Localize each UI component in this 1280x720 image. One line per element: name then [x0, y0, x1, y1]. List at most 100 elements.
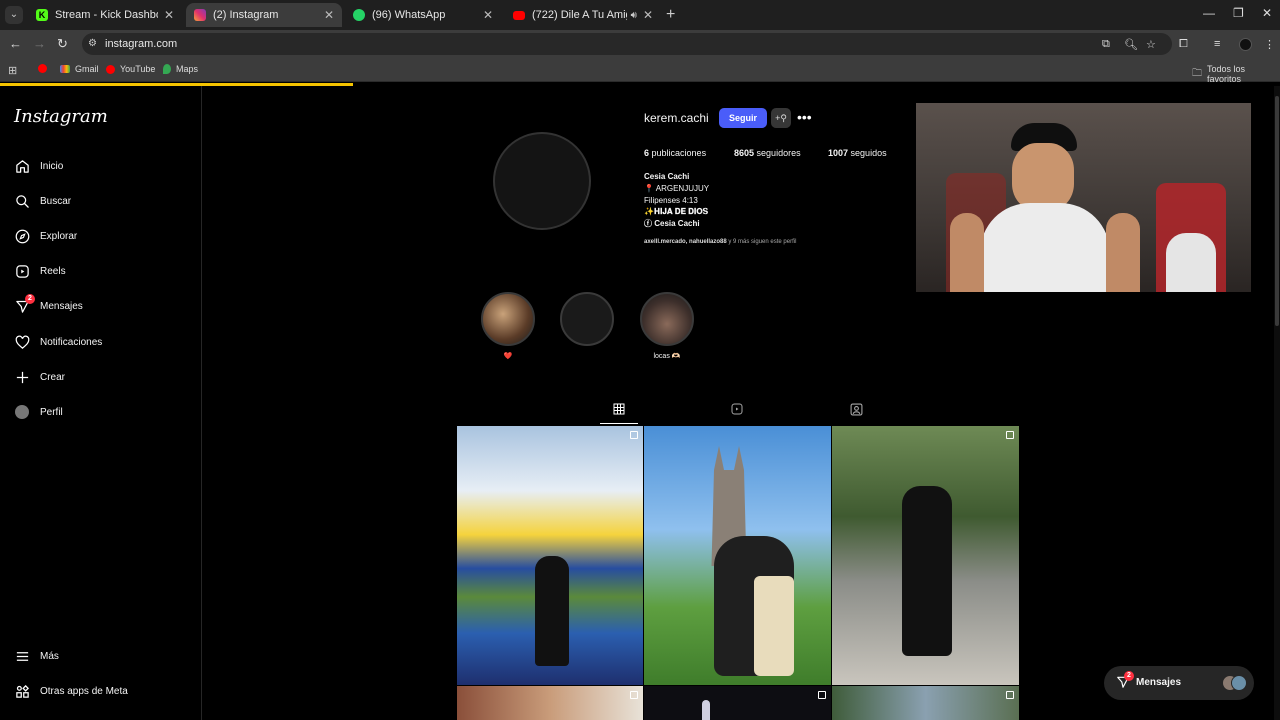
- messages-float-button[interactable]: 2 Mensajes: [1104, 666, 1254, 700]
- close-icon[interactable]: ✕: [643, 8, 653, 22]
- meta-apps-icon: [14, 683, 30, 699]
- post-2[interactable]: [644, 426, 831, 685]
- avatar: [14, 404, 30, 420]
- reels-tab[interactable]: [731, 403, 743, 418]
- home-icon: [14, 158, 30, 174]
- bookmark-youtube[interactable]: YouTube: [106, 64, 155, 74]
- nav-crear[interactable]: Crear: [14, 366, 65, 388]
- bookmark-maps[interactable]: Maps: [163, 64, 198, 74]
- nav-explorar[interactable]: Explorar: [14, 225, 77, 247]
- close-window-icon[interactable]: ✕: [1262, 6, 1272, 20]
- nav-mensajes[interactable]: 2 Mensajes: [14, 294, 83, 317]
- bookmark-label: Maps: [176, 64, 199, 74]
- gmail-icon: [60, 65, 70, 73]
- followers-number: 8605: [734, 148, 755, 158]
- close-icon[interactable]: ✕: [324, 8, 334, 22]
- tab-whatsapp[interactable]: (96) WhatsApp ✕: [345, 3, 501, 27]
- nav-notificaciones[interactable]: Notificaciones: [14, 331, 102, 353]
- nav-meta-apps[interactable]: Otras apps de Meta: [14, 680, 128, 702]
- messenger-icon: 2: [14, 294, 35, 314]
- tab-title: Stream - Kick Dashboard: [55, 9, 158, 21]
- messenger-icon: 2: [1116, 671, 1134, 691]
- bookmark-gmail[interactable]: Gmail: [60, 64, 99, 74]
- nav-label: Inicio: [40, 160, 64, 172]
- tab-kick[interactable]: K Stream - Kick Dashboard ✕: [28, 3, 182, 27]
- tab-youtube[interactable]: (722) Dile A Tu Amiga - You 🔊︎ ✕: [505, 3, 661, 27]
- tab-search-button[interactable]: ⌄: [5, 6, 23, 24]
- zoom-icon[interactable]: 🔍︎: [1124, 38, 1138, 51]
- new-tab-button[interactable]: +: [666, 6, 675, 24]
- active-tab-indicator: [600, 423, 638, 424]
- profile-username: kerem.cachi: [644, 111, 709, 125]
- follow-button[interactable]: Seguir: [719, 108, 767, 128]
- following-count[interactable]: 1007 seguidos: [828, 148, 887, 158]
- extensions-icon[interactable]: ⧠: [1179, 38, 1188, 51]
- posts-number: 6: [644, 148, 650, 158]
- media-icon[interactable]: ≡: [1214, 38, 1220, 50]
- carousel-icon: [1006, 691, 1014, 699]
- reload-icon[interactable]: ↻: [57, 36, 68, 52]
- highlight-1[interactable]: [481, 292, 535, 346]
- recent-contacts-avatars: [1222, 675, 1248, 691]
- followed-by-rest: y 9 más siguen este perfil: [726, 239, 797, 245]
- minimize-icon[interactable]: —: [1203, 6, 1215, 20]
- post-4[interactable]: [457, 686, 643, 720]
- back-icon[interactable]: ←: [9, 36, 22, 51]
- carousel-icon: [630, 431, 638, 439]
- bio-facebook-link[interactable]: ⓕ Cesia Cachi: [644, 218, 700, 229]
- nav-label: Mensajes: [40, 300, 83, 312]
- nav-mas[interactable]: Más: [14, 645, 59, 667]
- kebab-menu-icon[interactable]: ⋮: [1264, 38, 1275, 51]
- suggested-users-icon[interactable]: +⚲: [771, 108, 791, 128]
- close-icon[interactable]: ✕: [483, 8, 493, 22]
- bio-location: 📍 ARGENJUJUY: [644, 184, 710, 193]
- post-5[interactable]: [644, 686, 831, 720]
- address-bar[interactable]: ⚙ instagram.com: [82, 33, 1172, 55]
- bookmark-star-icon[interactable]: ☆: [1146, 38, 1156, 51]
- audio-icon[interactable]: 🔊︎: [631, 10, 637, 21]
- highlight-2[interactable]: [560, 292, 614, 346]
- profile-avatar-large[interactable]: [493, 132, 591, 230]
- restore-icon[interactable]: ❐: [1233, 6, 1244, 20]
- post-6[interactable]: [832, 686, 1019, 720]
- kick-icon: K: [36, 9, 48, 21]
- close-icon[interactable]: ✕: [164, 8, 174, 22]
- posts-count: 6 publicaciones: [644, 148, 706, 158]
- nav-buscar[interactable]: Buscar: [14, 190, 71, 212]
- forward-icon[interactable]: →: [33, 36, 46, 51]
- bookmark-label: YouTube: [120, 64, 156, 74]
- nav-label: Crear: [40, 371, 66, 383]
- apps-grid-icon[interactable]: ⊞: [8, 64, 17, 77]
- hamburger-icon: [14, 648, 30, 664]
- following-label: seguidos: [850, 148, 887, 158]
- bookmark-label: Todos los favoritos: [1207, 64, 1246, 84]
- youtube-icon: [38, 64, 47, 73]
- carousel-icon: [1006, 431, 1014, 439]
- scrollbar-thumb[interactable]: [1275, 96, 1279, 326]
- highlight-3[interactable]: [640, 292, 694, 346]
- followers-count[interactable]: 8605 seguidores: [734, 148, 801, 158]
- tab-instagram[interactable]: (2) Instagram ✕: [186, 3, 342, 27]
- tagged-tab[interactable]: [850, 403, 863, 419]
- highlight-label: locas 🫶🏻: [653, 353, 681, 360]
- all-bookmarks-folder[interactable]: 🗀 Todos los favoritos: [1192, 64, 1280, 84]
- bookmark-youtube-music[interactable]: [38, 64, 52, 73]
- tab-title: (96) WhatsApp: [372, 9, 446, 21]
- post-3[interactable]: [832, 426, 1019, 685]
- more-options-icon[interactable]: •••: [797, 109, 812, 125]
- nav-label: Reels: [40, 265, 66, 277]
- followed-by-text[interactable]: axelll.mercado, nahuellazo88 y 9 más sig…: [644, 239, 796, 245]
- youtube-icon: [106, 64, 115, 74]
- posts-grid-tab[interactable]: [613, 403, 625, 418]
- profile-avatar[interactable]: [1239, 38, 1252, 51]
- nav-perfil[interactable]: Perfil: [14, 401, 63, 423]
- bio-verse: Filipenses 4:13: [644, 196, 698, 205]
- nav-inicio[interactable]: Inicio: [14, 155, 63, 177]
- site-info-icon[interactable]: ⚙: [88, 38, 97, 49]
- nav-reels[interactable]: Reels: [14, 260, 66, 282]
- instagram-logo[interactable]: Instagram: [14, 106, 108, 127]
- post-1[interactable]: [457, 426, 643, 685]
- bookmarks-bar: ⊞ Gmail YouTube Maps 🗀 Todos los favorit…: [0, 58, 1280, 84]
- carousel-icon: [630, 691, 638, 699]
- install-app-icon[interactable]: ⧉: [1102, 38, 1110, 51]
